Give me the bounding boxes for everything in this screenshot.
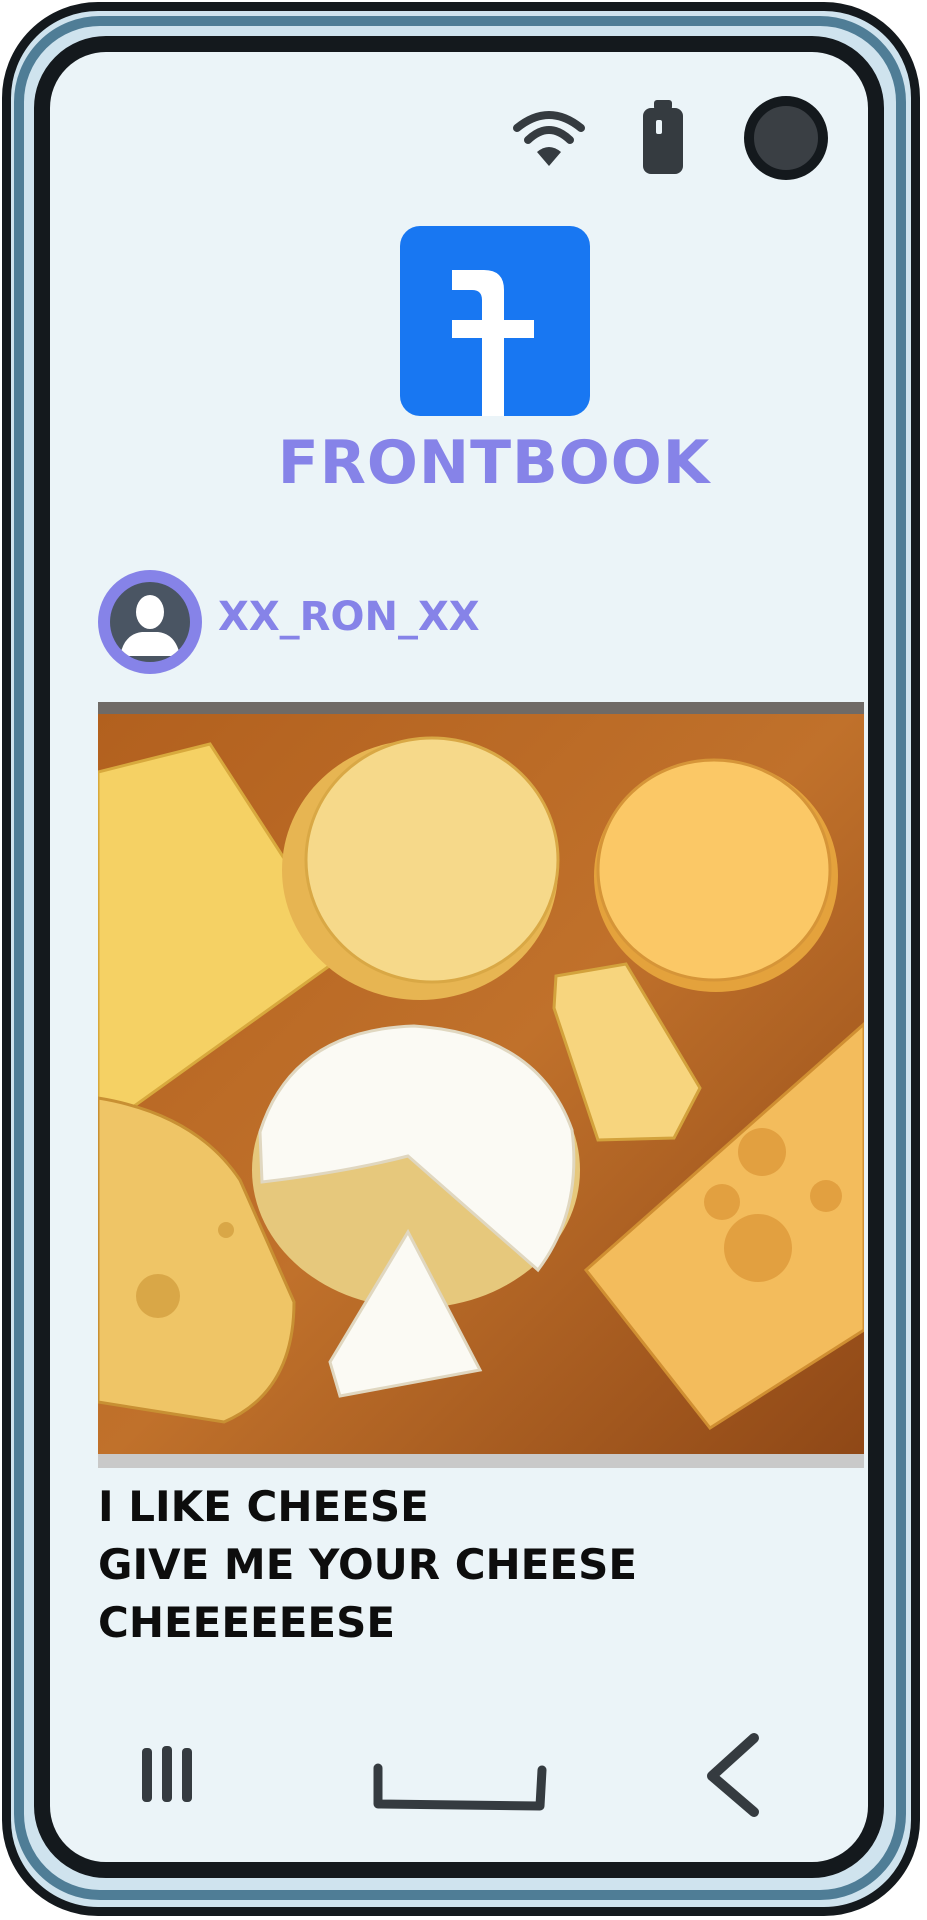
recents-icon[interactable] xyxy=(138,1744,198,1806)
avatar[interactable] xyxy=(98,570,202,674)
caption-line: CHEEEEEESE xyxy=(98,1598,396,1647)
user-silhouette-icon xyxy=(110,582,190,662)
home-icon[interactable] xyxy=(370,1762,550,1812)
phone-screen: FRONTBOOK XX_RON_XX I LIKE CHEESE GIVE M… xyxy=(34,36,884,1878)
frontbook-f-logo-icon xyxy=(400,226,590,416)
caption-line: GIVE ME YOUR CHEESE xyxy=(98,1540,638,1589)
front-camera xyxy=(744,96,828,180)
wifi-icon xyxy=(513,111,585,166)
post-caption: I LIKE CHEESE GIVE ME YOUR CHEESE CHEEEE… xyxy=(98,1478,858,1652)
battery-icon xyxy=(643,100,683,174)
post-username[interactable]: XX_RON_XX xyxy=(218,594,480,640)
phone-frame: FRONTBOOK XX_RON_XX I LIKE CHEESE GIVE M… xyxy=(0,0,927,1920)
app-title: FRONTBOOK xyxy=(277,428,711,498)
cheese-board-photo xyxy=(98,702,864,1468)
caption-line: I LIKE CHEESE xyxy=(98,1482,429,1531)
back-icon[interactable] xyxy=(702,1730,764,1820)
